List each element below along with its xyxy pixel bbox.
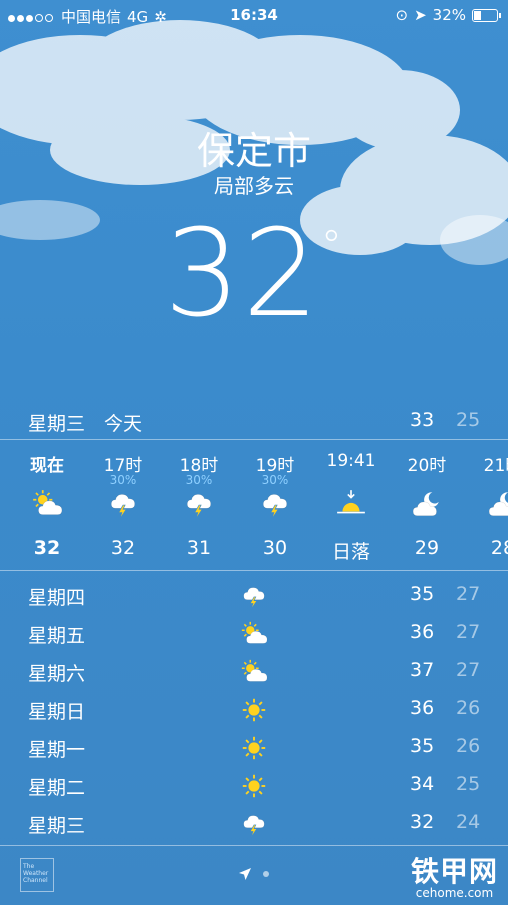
rotation-lock-icon: ⊙ [395, 6, 409, 24]
status-bar: 中国电信 4G ✲ 16:34 ⊙ ➤ 32% [0, 0, 508, 30]
day-low: 26 [456, 697, 481, 719]
day-high: 37 [410, 659, 435, 681]
thunderstorm-icon [240, 582, 270, 610]
daily-row: 星期六 37 27 [0, 652, 508, 690]
location-arrow-icon: ➤ [414, 6, 427, 24]
day-low: 27 [456, 659, 481, 681]
day-name: 星期日 [28, 701, 86, 723]
sunny-icon [240, 772, 270, 798]
today-summary: 星期三 今天 33 25 [0, 405, 508, 439]
hour-time: 17时 [103, 456, 143, 476]
city-name: 保定市 [196, 129, 311, 173]
watermark-sub: cehome.com [415, 886, 494, 900]
day-high: 35 [410, 735, 435, 757]
hourly-item: 现在 32 [12, 441, 82, 559]
day-high: 34 [410, 773, 435, 795]
day-name: 星期六 [28, 663, 86, 685]
hour-time: 19时 [255, 456, 295, 476]
day-high: 32 [410, 811, 435, 833]
today-label: 今天 [104, 413, 143, 435]
day-high: 36 [410, 697, 435, 719]
hour-time: 18时 [179, 456, 219, 476]
divider [0, 570, 508, 571]
day-low: 25 [456, 773, 481, 795]
divider [0, 439, 508, 440]
degree-symbol: ° [320, 221, 344, 270]
battery-percent: 32% [432, 6, 466, 24]
weather-channel-logo[interactable]: The Weather Channel [20, 858, 54, 892]
partly-cloudy-night-icon [392, 487, 462, 521]
hour-value: 日落 [331, 541, 370, 563]
hourly-item: 21时 28 [468, 441, 508, 559]
precip-chance: 30% [109, 473, 137, 487]
bottom-bar: The Weather Channel 铁甲网 cehome.com [0, 846, 508, 905]
today-low: 25 [456, 409, 481, 431]
current-temperature: 32° [0, 205, 508, 344]
hour-value: 31 [186, 537, 212, 559]
hour-time: 现在 [30, 456, 64, 476]
hourly-item: 17时 30% 32 [88, 441, 158, 559]
hourly-forecast[interactable]: 现在 32 17时 30% 32 18时 30% 31 19时 30% 30 19:41 日落 20时 29… [0, 441, 508, 569]
precip-chance: 30% [261, 473, 289, 487]
daily-row: 星期一 35 26 [0, 728, 508, 766]
hourly-item: 18时 30% 31 [164, 441, 234, 559]
sunny-icon [240, 696, 270, 722]
daily-row: 星期二 34 25 [0, 766, 508, 804]
partly-cloudy-night-icon [468, 487, 508, 521]
day-low: 27 [456, 583, 481, 605]
day-high: 35 [410, 583, 435, 605]
hour-time: 19:41 [326, 451, 376, 471]
watermark-main: 铁甲网 [410, 855, 498, 888]
day-low: 26 [456, 735, 481, 757]
watermark: 铁甲网 cehome.com [411, 850, 498, 900]
battery-icon [472, 8, 501, 22]
daily-row: 星期日 36 26 [0, 690, 508, 728]
location-arrow-icon[interactable] [238, 866, 252, 885]
day-name: 星期三 [28, 815, 86, 837]
weather-condition: 局部多云 [214, 174, 294, 198]
sunny-icon [240, 734, 270, 760]
hour-value: 32 [110, 537, 136, 559]
thunderstorm-icon [88, 487, 158, 521]
hourly-item: 20时 29 [392, 441, 462, 559]
hour-value: 29 [414, 537, 440, 559]
sunset-icon [316, 487, 386, 521]
partly-cloudy-icon [12, 487, 82, 521]
partly-cloudy-icon [240, 620, 270, 646]
day-high: 36 [410, 621, 435, 643]
day-low: 27 [456, 621, 481, 643]
day-low: 24 [456, 811, 481, 833]
day-name: 星期一 [28, 739, 86, 761]
page-indicator-dot[interactable] [263, 871, 269, 877]
thunderstorm-icon [240, 487, 310, 521]
hour-value: 30 [262, 537, 288, 559]
day-name: 星期二 [28, 777, 86, 799]
day-name: 星期五 [28, 625, 86, 647]
hour-time: 21时 [483, 456, 508, 476]
partly-cloudy-icon [240, 658, 270, 684]
precip-chance [316, 473, 386, 487]
daily-forecast: 星期四 35 27 星期五 36 27 星期六 37 27 星期日 36 26 星期一 35 26 星期二 34… [0, 576, 508, 842]
daily-row: 星期四 35 27 [0, 576, 508, 614]
thunderstorm-icon [240, 810, 270, 838]
thunderstorm-icon [164, 487, 234, 521]
daily-row: 星期五 36 27 [0, 614, 508, 652]
hour-time: 20时 [407, 456, 447, 476]
today-day: 星期三 [28, 413, 86, 435]
today-high: 33 [410, 409, 435, 431]
daily-row: 星期三 32 24 [0, 804, 508, 842]
precip-chance: 30% [185, 473, 213, 487]
hour-value: 28 [490, 537, 508, 559]
temperature-value: 32 [164, 205, 321, 344]
hourly-item: 19:41 日落 [316, 441, 386, 564]
hourly-item: 19时 30% 30 [240, 441, 310, 559]
day-name: 星期四 [28, 587, 86, 609]
hour-value: 32 [33, 537, 61, 559]
